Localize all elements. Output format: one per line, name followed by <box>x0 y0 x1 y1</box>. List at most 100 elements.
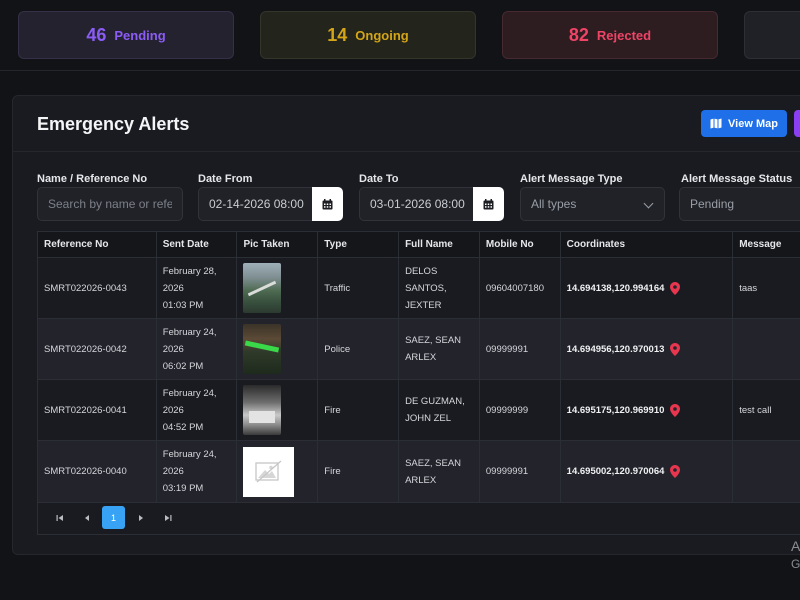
alert-status-value: Pending <box>690 197 735 211</box>
cell-full-name: SAEZ, SEAN ARLEX <box>399 441 480 502</box>
stat-rejected-count: 82 <box>568 24 589 45</box>
col-header-sent-date[interactable]: Sent Date <box>157 232 238 257</box>
date-from-calendar-button[interactable] <box>312 187 343 221</box>
stat-rejected-label: Rejected <box>596 27 652 43</box>
name-line-2: ARLEX <box>405 474 437 486</box>
cell-coordinates: 14.694138,120.994164 <box>561 258 734 318</box>
sent-time: 01:03 PM <box>162 299 204 311</box>
cell-type: Traffic <box>318 258 400 318</box>
name-search-input[interactable] <box>37 187 183 221</box>
name-line-1: SAEZ, SEAN <box>405 457 462 469</box>
cell-message <box>733 319 800 379</box>
stat-card-rejected[interactable]: 82 Rejected <box>502 11 718 59</box>
last-page-button[interactable] <box>156 506 179 529</box>
first-page-button[interactable] <box>48 506 71 529</box>
col-header-pic-taken[interactable]: Pic Taken <box>237 232 319 257</box>
cell-pic-taken <box>237 258 319 318</box>
last-page-icon <box>164 514 171 521</box>
map-pin-icon[interactable] <box>670 403 681 417</box>
cell-coordinates: 14.695175,120.969910 <box>561 380 734 440</box>
cell-message: test call <box>739 404 772 416</box>
cell-full-name: DE GUZMAN, JOHN ZEL <box>399 380 480 440</box>
cell-sent-date: February 24, 2026 04:52 PM <box>157 380 238 440</box>
page: 46 Pending 14 Ongoing 82 Rejected Emerge… <box>0 0 800 600</box>
alert-status-label: Alert Message Status <box>681 173 793 185</box>
no-image-icon <box>255 460 282 482</box>
date-from-input[interactable]: 02-14-2026 08:00 <box>198 187 314 221</box>
cell-coordinates: 14.694956,120.970013 <box>561 319 734 379</box>
cell-pic-taken <box>237 441 319 502</box>
map-icon <box>710 118 722 129</box>
coordinates-value: 14.694138,120.994164 <box>566 282 665 294</box>
cell-type: Fire <box>318 441 400 502</box>
cell-full-name: DELOS SANTOS, JEXTER <box>399 258 480 318</box>
date-to-value: 03-01-2026 08:00 <box>370 197 465 211</box>
cell-reference-no: SMRT022026-0041 <box>38 380 157 440</box>
map-pin-icon[interactable] <box>670 342 681 356</box>
cell-reference-no: SMRT022026-0040 <box>38 441 157 502</box>
date-to-input[interactable]: 03-01-2026 08:00 <box>359 187 475 221</box>
cell-message <box>733 441 800 502</box>
next-page-button[interactable] <box>129 506 152 529</box>
sent-time: 03:19 PM <box>162 483 204 494</box>
sent-time: 04:52 PM <box>162 421 204 433</box>
cell-pic-taken <box>237 380 319 440</box>
view-map-button[interactable]: View Map <box>701 110 787 137</box>
sent-date: February 24, 2026 <box>162 387 217 416</box>
col-header-full-name[interactable]: Full Name <box>399 232 480 257</box>
stat-card-ongoing[interactable]: 14 Ongoing <box>260 11 476 59</box>
panel-title: Emergency Alerts <box>37 114 190 134</box>
col-header-coordinates[interactable]: Coordinates <box>561 232 734 257</box>
table-row[interactable]: SMRT022026-0040 February 24, 2026 03:19 P… <box>38 441 800 502</box>
cell-sent-date: February 24, 2026 03:19 PM <box>157 441 238 502</box>
col-header-reference-no[interactable]: Reference No <box>38 232 157 257</box>
cell-sent-date: February 28, 2026 01:03 PM <box>157 258 238 318</box>
table-row[interactable]: SMRT022026-0041 February 24, 2026 04:52 P… <box>38 380 800 441</box>
map-pin-icon[interactable] <box>670 465 681 478</box>
secondary-action-button[interactable] <box>794 110 800 137</box>
alert-status-select[interactable]: Pending <box>679 187 800 221</box>
stat-ongoing-count: 14 <box>327 24 348 45</box>
view-map-label: View Map <box>728 117 778 130</box>
alert-photo-thumbnail[interactable] <box>243 385 282 435</box>
sent-date: February 24, 2026 <box>162 326 217 355</box>
alert-type-select[interactable]: All types <box>520 187 665 221</box>
watermark-line-2: G <box>791 557 800 571</box>
date-from-label: Date From <box>198 173 253 185</box>
date-to-label: Date To <box>359 173 399 185</box>
cell-mobile-no: 09999999 <box>480 380 561 440</box>
stat-card-pending[interactable]: 46 Pending <box>18 11 234 59</box>
previous-page-button[interactable] <box>75 506 98 529</box>
name-line-1: DELOS SANTOS, <box>405 265 447 294</box>
col-header-message[interactable]: Message <box>733 232 800 257</box>
date-from-value: 02-14-2026 08:00 <box>209 197 304 211</box>
stat-ongoing-label: Ongoing <box>355 27 409 43</box>
cell-reference-no: SMRT022026-0042 <box>38 319 157 379</box>
alert-type-label: Alert Message Type <box>520 173 623 185</box>
chevron-left-icon <box>84 514 89 521</box>
cell-type: Fire <box>318 380 400 440</box>
sent-date: February 24, 2026 <box>162 449 217 477</box>
table-row[interactable]: SMRT022026-0042 February 24, 2026 06:02 P… <box>38 319 800 380</box>
name-line-1: DE GUZMAN, <box>405 396 465 407</box>
coordinates-value: 14.695002,120.970064 <box>566 466 665 477</box>
name-line-2: ARLEX <box>405 352 437 363</box>
map-pin-icon[interactable] <box>670 281 681 295</box>
no-image-placeholder[interactable] <box>243 446 295 497</box>
stat-card-partial[interactable] <box>744 11 800 59</box>
chevron-right-icon <box>138 514 143 521</box>
col-header-type[interactable]: Type <box>318 232 400 257</box>
alert-photo-thumbnail[interactable] <box>243 263 282 313</box>
alerts-table: Reference No Sent Date Pic Taken Type Fu… <box>37 231 800 503</box>
name-filter-label: Name / Reference No <box>37 173 148 185</box>
sent-date: February 28, 2026 <box>162 265 217 294</box>
cell-full-name: SAEZ, SEAN ARLEX <box>399 319 480 379</box>
cell-pic-taken <box>237 319 319 379</box>
col-header-mobile-no[interactable]: Mobile No <box>480 232 561 257</box>
alert-photo-thumbnail[interactable] <box>243 324 282 374</box>
date-to-calendar-button[interactable] <box>473 187 504 221</box>
page-button-current[interactable]: 1 <box>102 506 125 529</box>
emergency-alerts-panel: Emergency Alerts View Map Name / Referen… <box>12 95 800 555</box>
table-row[interactable]: SMRT022026-0043 February 28, 2026 01:03 P… <box>38 258 800 319</box>
cell-reference-no: SMRT022026-0043 <box>38 258 157 318</box>
